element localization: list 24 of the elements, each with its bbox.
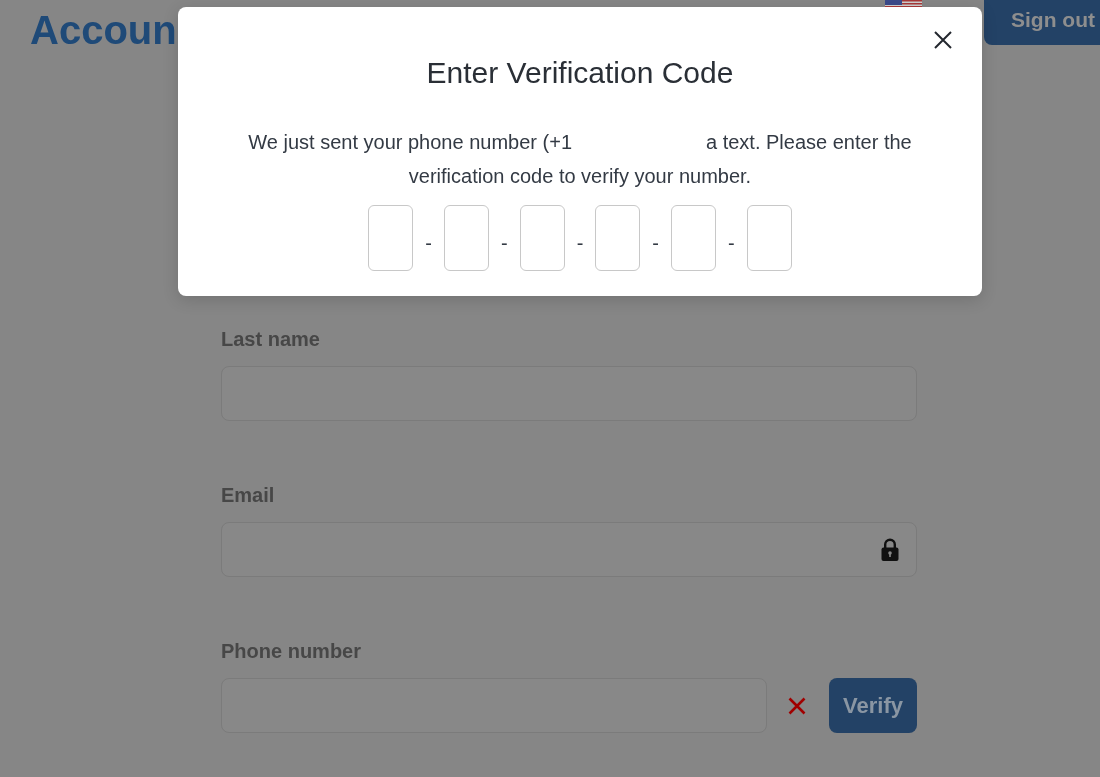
dialog-title: Enter Verification Code [426, 55, 734, 91]
code-digit-field[interactable] [444, 205, 489, 271]
field-label: Last name [221, 327, 320, 351]
code-separator: - [425, 231, 432, 255]
input-field[interactable] [221, 522, 917, 577]
dialog-message: We just sent your phone number (+1 [248, 130, 572, 155]
code-separator: - [576, 231, 584, 255]
field-label: Phone number [221, 639, 361, 663]
close-icon [934, 31, 952, 49]
code-separator: - [652, 231, 659, 255]
code-separator: - [728, 231, 735, 255]
code-digit-field[interactable] [368, 205, 414, 271]
dialog-message: verification code to verify your number. [408, 164, 752, 189]
field-label: Email [221, 483, 275, 507]
lock-icon [881, 538, 899, 561]
dialog-message: a text. Please enter the [706, 130, 912, 155]
code-digit-field[interactable] [519, 205, 565, 271]
page-title: Accoun [30, 7, 177, 54]
code-digit-field[interactable] [671, 205, 716, 271]
code-separator: - [501, 231, 508, 255]
verify-button[interactable]: Verify [829, 678, 917, 733]
code-digit-field[interactable] [746, 205, 792, 271]
code-digit-field[interactable] [595, 205, 641, 271]
sign-out-button[interactable]: Sign out [984, 0, 1100, 45]
